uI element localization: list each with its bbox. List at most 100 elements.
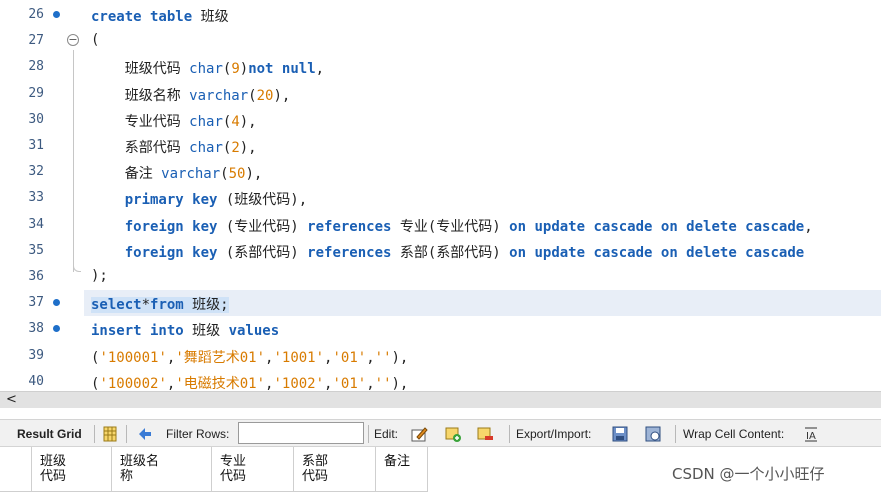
code-line[interactable]: 34 foreign key (专业代码) references 专业(专业代码… — [0, 212, 881, 238]
code-token: 2 — [231, 140, 240, 156]
code-token: ), — [239, 140, 257, 156]
column-header-label: 备注 — [384, 454, 411, 469]
code-token: ), — [245, 166, 263, 183]
code-line[interactable]: 31 系部代码 char(2), — [0, 133, 881, 159]
code-line[interactable]: 29 班级名称 varchar(20), — [0, 81, 881, 107]
code-line[interactable]: 27 −( — [0, 28, 881, 54]
line-number: 33 — [28, 190, 44, 206]
wrap-cell-icon[interactable]: IA — [802, 425, 820, 443]
code-token: on update cascade on delete cascade — [509, 244, 805, 261]
code-text: ('100001','舞蹈艺术01','1001','01',''), — [91, 347, 408, 367]
code-token: 专业(专业代码) — [391, 218, 510, 235]
code-token: ), — [273, 87, 291, 104]
code-line[interactable]: 38 insert into 班级 values — [0, 316, 881, 342]
code-token: char — [189, 140, 223, 156]
column-header[interactable]: 系部 代码 — [294, 447, 376, 492]
code-line[interactable]: 26 create table 班级 — [0, 2, 881, 28]
code-token: '舞蹈艺术01' — [175, 349, 266, 366]
code-token: on update cascade on delete cascade — [509, 218, 805, 235]
code-token: char — [189, 113, 223, 130]
line-number: 34 — [28, 216, 44, 232]
grid-view-icon[interactable] — [101, 425, 119, 443]
code-token: ( — [91, 32, 100, 49]
column-header-label: 班级 代码 — [40, 454, 67, 484]
statement-marker-icon[interactable] — [53, 325, 60, 333]
code-token: 9 — [231, 61, 240, 78]
code-token: insert into — [91, 323, 184, 340]
code-token: ); — [91, 268, 108, 284]
code-text: select*from 班级; — [91, 294, 229, 314]
code-token: (专业代码) — [217, 218, 308, 235]
code-token: '100002' — [99, 375, 167, 391]
edit-row-icon[interactable] — [410, 425, 428, 443]
horizontal-scrollbar[interactable]: < — [0, 391, 881, 408]
code-line[interactable]: 33 primary key (班级代码), — [0, 185, 881, 211]
code-line[interactable]: 40 ('100002','电磁技术01','1002','01',''), — [0, 369, 881, 391]
code-token: '1001' — [273, 349, 325, 366]
code-token: foreign key — [124, 244, 218, 261]
code-token: ), — [391, 349, 409, 366]
code-text: ); — [91, 268, 108, 284]
scroll-left-icon[interactable]: < — [6, 392, 17, 407]
line-number: 26 — [28, 7, 44, 22]
code-token: 备注 — [91, 166, 162, 183]
export-icon[interactable] — [611, 425, 629, 443]
grid-corner — [0, 447, 32, 492]
import-icon[interactable] — [644, 425, 662, 443]
code-token: 专业代码 — [91, 113, 190, 130]
code-line[interactable]: 28 班级代码 char(9)not null, — [0, 54, 881, 80]
filter-rows-input[interactable] — [238, 422, 364, 444]
code-line[interactable]: 37 select*from 班级; — [0, 290, 881, 316]
code-text: create table 班级 — [91, 6, 229, 26]
line-number: 39 — [28, 347, 44, 363]
code-line[interactable]: 32 备注 varchar(50), — [0, 159, 881, 185]
code-token: 班级代码 — [91, 61, 190, 78]
code-token: references — [307, 218, 392, 235]
statement-marker-icon[interactable] — [53, 11, 60, 18]
code-text: 专业代码 char(4), — [91, 111, 257, 131]
column-header-label: 专业 代码 — [220, 454, 247, 484]
column-header[interactable]: 班级名 称 — [112, 447, 212, 492]
code-line[interactable]: 30 专业代码 char(4), — [0, 107, 881, 133]
code-token: '100001' — [99, 349, 167, 366]
code-token: '01' — [332, 349, 367, 366]
line-number: 30 — [28, 111, 44, 127]
column-header-label: 班级名 称 — [120, 454, 160, 484]
code-token: select — [91, 297, 142, 314]
delete-row-icon[interactable] — [476, 425, 494, 443]
line-number: 28 — [28, 59, 44, 75]
code-text: primary key (班级代码), — [91, 189, 307, 209]
code-text: foreign key (系部代码) references 系部(系部代码) o… — [91, 242, 804, 262]
line-number: 40 — [28, 373, 44, 389]
code-line[interactable]: 35 foreign key (系部代码) references 系部(系部代码… — [0, 238, 881, 264]
column-header[interactable]: 备注 — [376, 447, 428, 492]
code-line[interactable]: 36); — [0, 264, 881, 290]
code-token: ), — [391, 375, 409, 391]
code-token: char — [189, 61, 223, 78]
code-token: , — [366, 375, 375, 391]
sql-editor[interactable]: 26 create table 班级 27 −(28 班级代码 char(9)not … — [0, 0, 881, 391]
code-token: 班级名称 — [91, 87, 190, 104]
code-token: 系部代码 — [91, 140, 190, 156]
code-token: ), — [239, 113, 257, 130]
line-number: 27 — [28, 33, 44, 49]
statement-marker-icon[interactable] — [53, 299, 60, 307]
add-row-icon[interactable] — [444, 425, 462, 443]
column-header[interactable]: 班级 代码 — [32, 447, 112, 492]
refresh-icon[interactable] — [136, 425, 154, 443]
result-grid: 班级 代码 班级名 称 专业 代码 系部 代码 备注 — [0, 447, 430, 492]
result-grid-tab[interactable]: Result Grid — [17, 427, 82, 441]
export-import-label: Export/Import: — [516, 427, 592, 441]
code-text: 班级名称 varchar(20), — [91, 85, 291, 105]
fold-collapse-icon[interactable]: − — [67, 34, 79, 47]
code-token: foreign key — [124, 218, 218, 235]
code-token: 班级 — [183, 323, 229, 340]
code-line[interactable]: 39 ('100001','舞蹈艺术01','1001','01',''), — [0, 343, 881, 369]
code-token: references — [307, 244, 392, 261]
watermark: CSDN @一个小小旺仔 — [672, 465, 825, 483]
column-header[interactable]: 专业 代码 — [212, 447, 294, 492]
code-token: from — [150, 297, 184, 314]
filter-rows-label: Filter Rows: — [166, 427, 230, 441]
